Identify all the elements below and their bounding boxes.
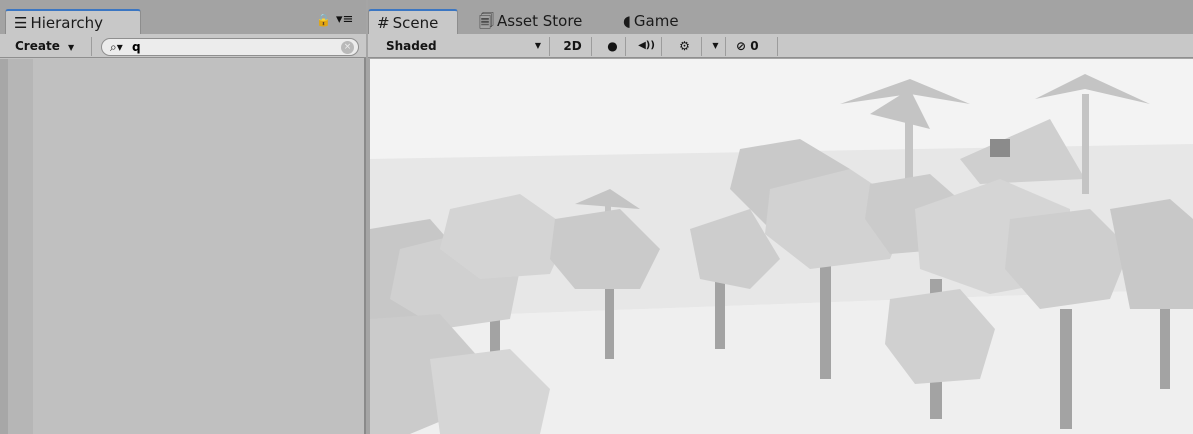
effects-dropdown[interactable]: ▼ [706, 37, 726, 56]
game-icon: ◖ [623, 12, 631, 30]
tab-scene-label: Scene [392, 14, 439, 32]
scene-viewport[interactable] [370, 59, 1193, 434]
chevron-down-icon: ▼ [712, 41, 719, 50]
tab-scene[interactable]: # Scene [368, 9, 458, 34]
menu-icon[interactable]: ▾≡ [336, 12, 353, 27]
search-icon: ⌕▾ [110, 40, 123, 54]
chevron-down-icon: ▼ [68, 43, 75, 52]
effects-toggle[interactable]: ⚙ [668, 37, 702, 56]
audio-toggle[interactable]: ◀)) [632, 37, 662, 56]
store-icon: 🗐 [479, 12, 494, 30]
tab-asset-store[interactable]: 🗐 Asset Store [471, 9, 590, 34]
search-input[interactable] [132, 40, 322, 54]
tab-hierarchy-label: Hierarchy [30, 14, 103, 32]
clear-search-icon[interactable]: × [341, 41, 354, 54]
hierarchy-panel: ☰Hierarchy 🔒 ▾≡ Create ▼ ⌕▾ × [0, 0, 366, 434]
tab-game-label: Game [633, 12, 679, 30]
lighting-toggle[interactable]: ● [600, 37, 626, 56]
grid-icon: # [377, 14, 390, 32]
lightbulb-icon: ● [607, 39, 618, 53]
hidden-objects-toggle[interactable]: ⊘ 0 [732, 37, 778, 56]
shading-mode-dropdown[interactable]: Shaded ▼ [378, 37, 550, 56]
lock-icon[interactable]: 🔒 [316, 13, 331, 27]
hierarchy-gutter [8, 59, 33, 434]
scene-tab-bar: # Scene 🗐 Asset Store ◖ Game [368, 0, 1193, 34]
effects-icon: ⚙ [679, 39, 690, 53]
hierarchy-left-strip [0, 59, 8, 434]
hidden-count: 0 [750, 39, 759, 53]
hierarchy-search[interactable]: ⌕▾ × [101, 38, 359, 56]
hierarchy-list[interactable] [8, 59, 364, 434]
hierarchy-toolbar: Create ▼ ⌕▾ × [0, 34, 366, 58]
toggle-2d-label: 2D [563, 39, 582, 53]
tab-asset-store-label: Asset Store [497, 12, 583, 30]
tab-hierarchy[interactable]: ☰ Hierarchy [5, 9, 141, 34]
audio-icon: ◀)) [638, 40, 655, 51]
toggle-2d-button[interactable]: 2D [554, 37, 592, 56]
create-dropdown[interactable]: Create ▼ [8, 37, 92, 56]
hierarchy-tab-bar: ☰ Hierarchy 🔒 ▾≡ [0, 0, 366, 34]
list-icon: ☰ [14, 14, 28, 32]
scene-render [370, 59, 1193, 434]
shading-mode-label: Shaded [386, 39, 437, 53]
chevron-down-icon: ▼ [534, 41, 541, 50]
create-label: Create [15, 39, 60, 53]
scene-toolbar: Shaded ▼ 2D ● ◀)) ⚙ ▼ ⊘ 0 [368, 34, 1193, 58]
hidden-eye-icon: ⊘ [736, 39, 747, 53]
tab-game[interactable]: ◖ Game [615, 9, 687, 34]
